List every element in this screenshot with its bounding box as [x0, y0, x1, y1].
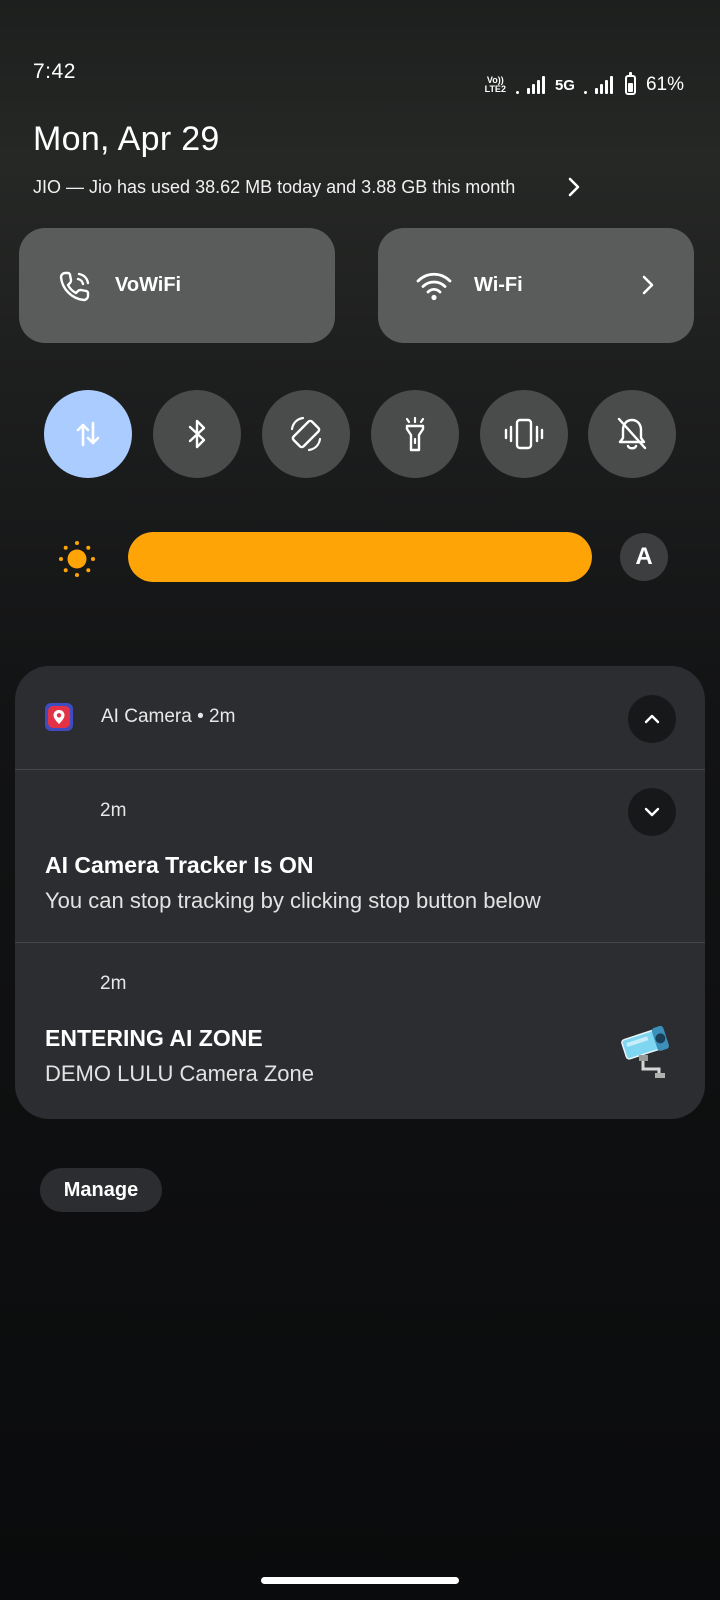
notification-time: 2m: [100, 973, 127, 994]
auto-rotate-icon: [290, 416, 322, 452]
mobile-data-icon: [76, 421, 100, 447]
vowifi-tile[interactable]: VoWiFi: [19, 228, 335, 343]
wifi-tile[interactable]: Wi-Fi: [378, 228, 694, 343]
notification-item-zone[interactable]: 2m ENTERING AI ZONE DEMO LULU Camera Zon…: [15, 943, 705, 1119]
bell-off-icon: [617, 417, 647, 450]
chevron-right-icon[interactable]: [564, 173, 584, 201]
signal-strength-icon-1: [526, 76, 545, 94]
wifi-calling-icon: [55, 266, 95, 306]
bluetooth-icon: [188, 419, 206, 449]
notification-item-tracker[interactable]: 2m AI Camera Tracker Is ON You can stop …: [15, 770, 705, 942]
collapse-button[interactable]: [628, 695, 676, 743]
notification-title: ENTERING AI ZONE: [45, 1025, 263, 1051]
status-time: 7:42: [33, 60, 76, 83]
manage-notifications-button[interactable]: Manage: [40, 1168, 162, 1212]
home-indicator[interactable]: [261, 1577, 459, 1584]
chevron-up-icon: [644, 714, 660, 724]
vibrate-icon: [504, 418, 544, 450]
status-icons: Vo)) LTE2 5G 61%: [485, 72, 684, 98]
signal-dots-icon: [515, 76, 519, 94]
carrier-data-usage[interactable]: JIO — Jio has used 38.62 MB today and 3.…: [33, 177, 515, 198]
brightness-slider-fill: [128, 532, 592, 582]
wifi-icon: [414, 266, 454, 306]
mobile-data-toggle[interactable]: [44, 390, 132, 478]
volte-bottom-label: LTE2: [484, 84, 506, 94]
security-camera-icon: [621, 1025, 669, 1078]
location-pin-icon: [53, 710, 65, 724]
auto-rotate-toggle[interactable]: [262, 390, 350, 478]
notification-body: You can stop tracking by clicking stop b…: [45, 888, 541, 913]
app-name-label: AI Camera • 2m: [101, 706, 236, 727]
flashlight-toggle[interactable]: [371, 390, 459, 478]
ai-camera-app-icon: [45, 703, 73, 731]
brightness-sun-icon: [59, 541, 95, 577]
volte-icon: Vo)) LTE2: [485, 76, 506, 94]
notification-body: DEMO LULU Camera Zone: [45, 1061, 314, 1086]
vowifi-label: VoWiFi: [115, 274, 182, 296]
date-label: Mon, Apr 29: [33, 120, 220, 158]
signal-dots-icon-2: [583, 76, 587, 94]
wifi-label: Wi-Fi: [474, 274, 523, 296]
signal-strength-icon-2: [594, 76, 613, 94]
notification-time: 2m: [100, 800, 127, 821]
battery-percent: 61%: [645, 74, 684, 95]
expand-button[interactable]: [628, 788, 676, 836]
flashlight-icon: [405, 416, 425, 452]
bluetooth-toggle[interactable]: [153, 390, 241, 478]
notification-header[interactable]: AI Camera • 2m: [15, 666, 705, 769]
mute-notifications-toggle[interactable]: [588, 390, 676, 478]
brightness-slider[interactable]: [128, 532, 592, 582]
chevron-down-icon: [644, 807, 660, 817]
battery-icon: [624, 72, 636, 95]
notification-title: AI Camera Tracker Is ON: [45, 852, 314, 878]
vibrate-toggle[interactable]: [480, 390, 568, 478]
auto-brightness-button[interactable]: A: [620, 533, 668, 581]
wifi-chevron-icon[interactable]: [638, 270, 658, 300]
notification-group[interactable]: AI Camera • 2m 2m AI Camera Tracker Is O…: [15, 666, 705, 1119]
network-type-label: 5G: [554, 76, 575, 94]
